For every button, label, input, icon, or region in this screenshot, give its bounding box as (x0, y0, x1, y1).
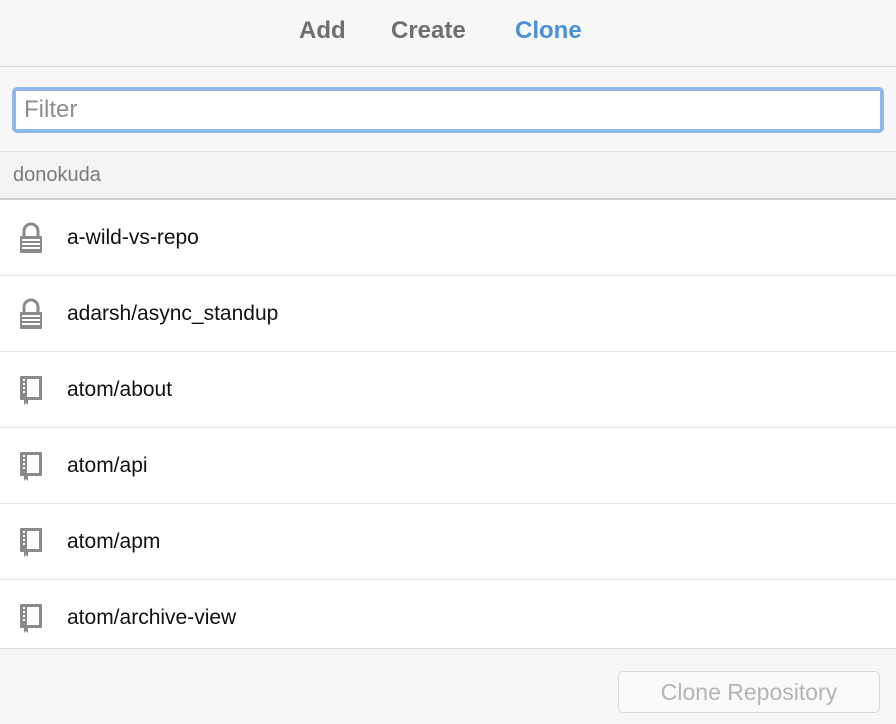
repository-row[interactable]: atom/apm (0, 504, 896, 580)
repository-row[interactable]: atom/archive-view (0, 580, 896, 648)
dialog-footer: Clone Repository (0, 648, 896, 724)
lock-icon (20, 298, 42, 329)
filter-input[interactable] (12, 87, 884, 133)
repository-name: atom/api (67, 454, 148, 477)
repository-name: atom/apm (67, 530, 161, 553)
repo-book-icon (20, 452, 42, 481)
repository-row[interactable]: adarsh/async_standup (0, 276, 896, 352)
repository-list[interactable]: a-wild-vs-repo adarsh/async_standup atom… (0, 200, 896, 648)
tab-add[interactable]: Add (299, 17, 346, 45)
filter-bar (0, 67, 896, 152)
clone-repository-button[interactable]: Clone Repository (618, 671, 880, 713)
repository-row[interactable]: a-wild-vs-repo (0, 200, 896, 276)
repository-name: atom/archive-view (67, 606, 237, 629)
tab-clone[interactable]: Clone (515, 17, 582, 45)
repository-name: atom/about (67, 378, 173, 401)
repo-book-icon (20, 528, 42, 557)
lock-icon (20, 222, 42, 253)
tab-create[interactable]: Create (391, 17, 466, 45)
repository-row[interactable]: atom/api (0, 428, 896, 504)
repo-book-icon (20, 376, 42, 405)
clone-repository-dialog: Add Create Clone donokuda a-wild-vs-repo (0, 0, 896, 724)
tab-bar: Add Create Clone (0, 0, 896, 67)
repository-row[interactable]: atom/about (0, 352, 896, 428)
account-group-header: donokuda (0, 152, 896, 200)
repo-book-icon (20, 604, 42, 633)
account-name: donokuda (13, 164, 101, 186)
repository-name: a-wild-vs-repo (67, 226, 199, 249)
repository-name: adarsh/async_standup (67, 302, 279, 325)
